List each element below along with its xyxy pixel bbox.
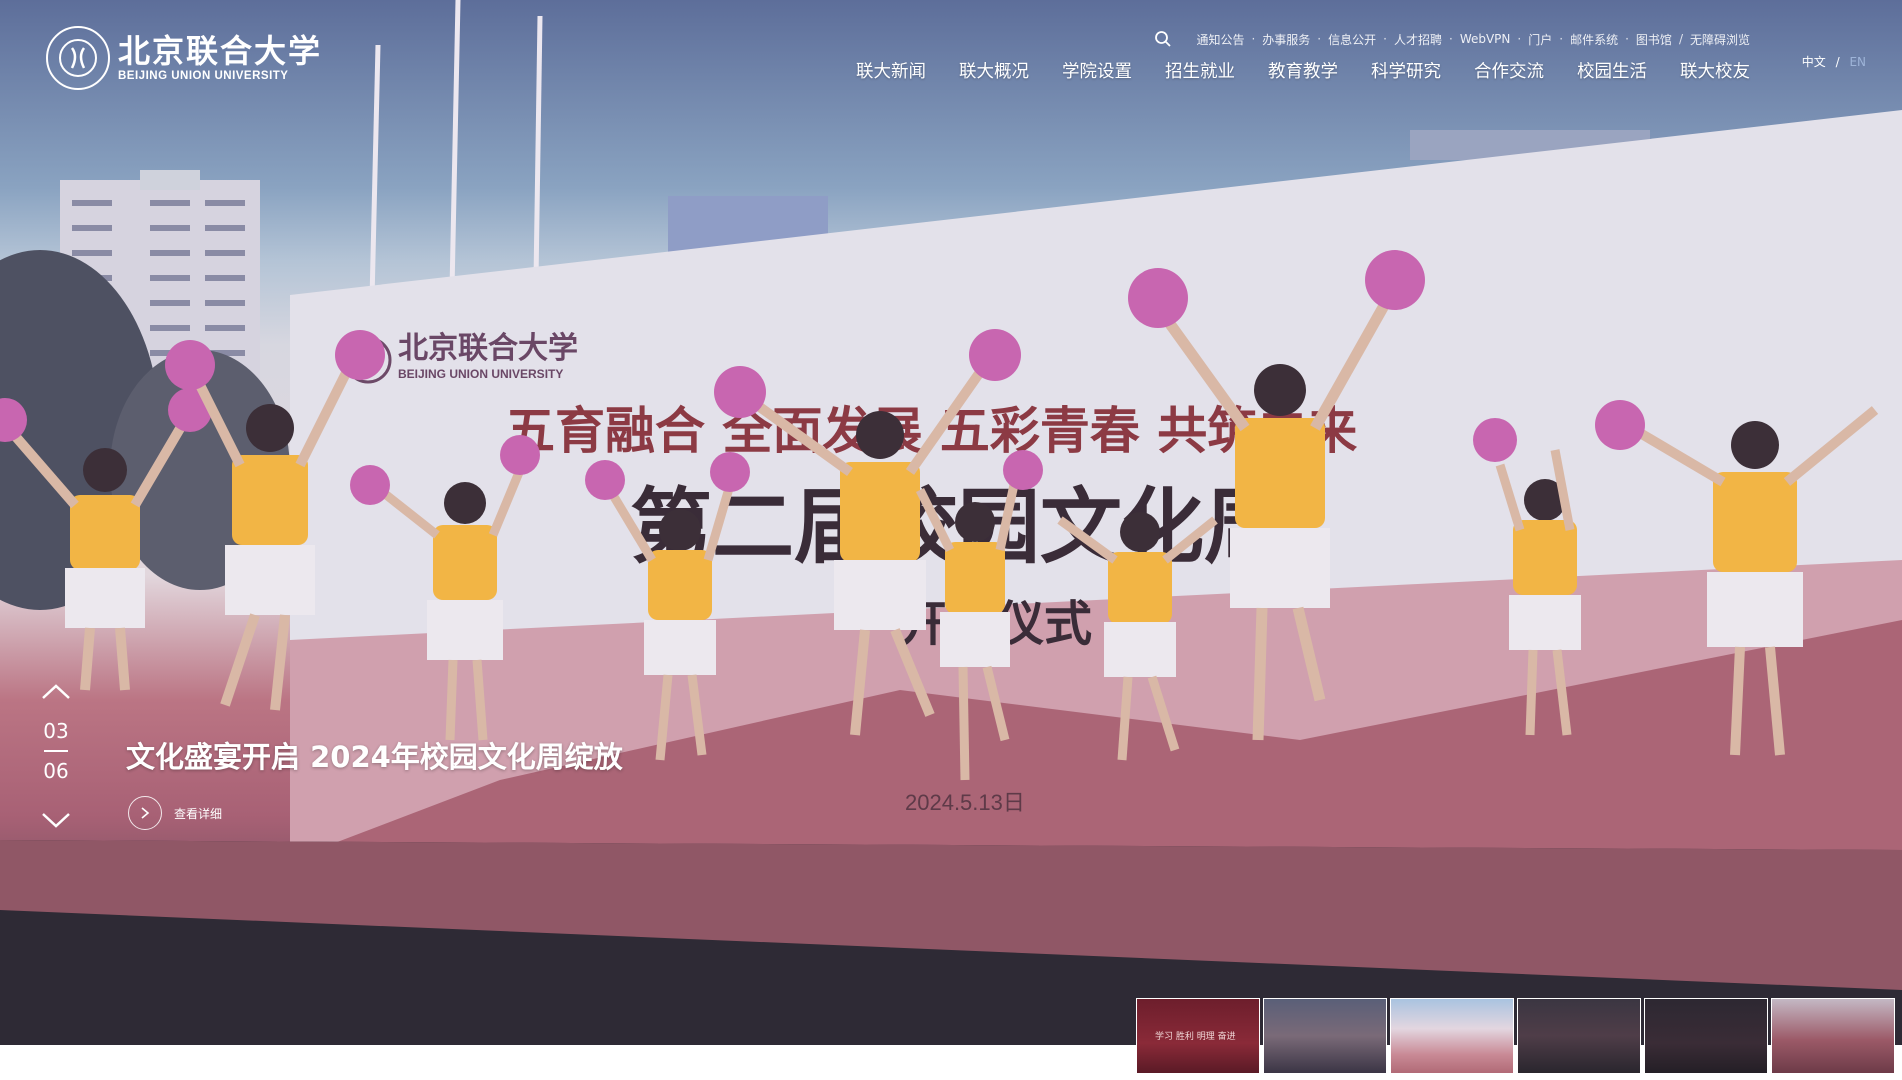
util-link-email[interactable]: 邮件系统 (1570, 31, 1618, 48)
chevron-right-icon (128, 796, 162, 830)
nav-item-alumni[interactable]: 联大校友 (1680, 58, 1750, 83)
view-detail-label: 查看详细 (174, 806, 223, 821)
university-emblem-icon (46, 26, 110, 90)
lang-separator: / (1835, 55, 1840, 69)
slide-current-index: 03 (43, 719, 69, 743)
util-link-library[interactable]: 图书馆 (1636, 31, 1672, 48)
slide-thumbnail[interactable] (1517, 998, 1641, 1074)
main-nav: 联大新闻 联大概况 学院设置 招生就业 教育教学 科学研究 合作交流 校园生活 … (823, 58, 1750, 83)
util-link-portal[interactable]: 门户 (1528, 31, 1552, 48)
slide-total-count: 06 (43, 759, 69, 783)
svg-text:BEIJING UNION UNIVERSITY: BEIJING UNION UNIVERSITY (398, 367, 563, 381)
logo-chinese-name: 北京联合大学 (118, 32, 323, 70)
nav-item-admissions[interactable]: 招生就业 (1165, 58, 1235, 83)
util-separator: · (1448, 32, 1453, 46)
util-link-info-disclosure[interactable]: 信息公开 (1328, 31, 1376, 48)
pager-divider (44, 750, 68, 752)
thumbnail-overlay-text: 学习 胜利 明理 奋进 (1155, 1032, 1236, 1042)
logo-english-name: BEIJING UNION UNIVERSITY (118, 70, 289, 82)
chevron-down-icon[interactable] (38, 808, 74, 832)
view-detail-link[interactable]: 查看详细 (128, 796, 222, 830)
nav-item-research[interactable]: 科学研究 (1371, 58, 1441, 83)
lang-en-link[interactable]: EN (1849, 55, 1866, 69)
svg-text:北京联合大学: 北京联合大学 (398, 331, 578, 366)
nav-item-colleges[interactable]: 学院设置 (1062, 58, 1132, 83)
nav-item-campus-life[interactable]: 校园生活 (1577, 58, 1647, 83)
slide-caption[interactable]: 文化盛宴开启 2024年校园文化周绽放 (126, 734, 623, 776)
banner-date: 2024.5.13日 (905, 790, 1025, 815)
util-separator: · (1251, 32, 1256, 46)
slide-thumbnail[interactable] (1263, 998, 1387, 1074)
util-separator: · (1317, 32, 1322, 46)
nav-item-overview[interactable]: 联大概况 (959, 58, 1029, 83)
lang-zh-link[interactable]: 中文 (1802, 55, 1826, 69)
slide-thumbnail[interactable] (1390, 998, 1514, 1074)
slide-thumbnail[interactable]: 学习 胜利 明理 奋进 (1136, 998, 1260, 1074)
flag-poles (369, 0, 543, 301)
utility-bar: 通知公告 · 办事服务 · 信息公开 · 人才招聘 · WebVPN · 门户 … (1154, 30, 1750, 48)
slide-pager: 03 06 (38, 680, 74, 832)
util-link-webvpn[interactable]: WebVPN (1460, 32, 1511, 46)
slide-thumbnails: 学习 胜利 明理 奋进 (1136, 998, 1898, 1074)
util-separator: · (1625, 32, 1629, 46)
site-logo[interactable]: 北京联合大学 BEIJING UNION UNIVERSITY (46, 26, 322, 90)
util-separator: · (1383, 32, 1387, 46)
language-switch: 中文 / EN (1802, 53, 1866, 70)
slide-thumbnail[interactable] (1644, 998, 1768, 1074)
nav-item-cooperation[interactable]: 合作交流 (1474, 58, 1544, 83)
hero-slide: 北京联合大学 BEIJING UNION UNIVERSITY 五育融合 全面发… (0, 0, 1902, 1045)
chevron-up-icon[interactable] (38, 680, 74, 704)
util-separator: · (1517, 32, 1522, 46)
slide-thumbnail[interactable] (1771, 998, 1895, 1074)
util-link-services[interactable]: 办事服务 (1262, 31, 1310, 48)
util-link-notices[interactable]: 通知公告 (1196, 31, 1244, 48)
search-icon[interactable] (1154, 30, 1172, 48)
util-link-accessibility[interactable]: 无障碍浏览 (1690, 31, 1750, 48)
util-separator: / (1678, 32, 1683, 46)
util-separator: · (1559, 32, 1564, 46)
page: 北京联合大学 BEIJING UNION UNIVERSITY 五育融合 全面发… (0, 0, 1902, 1080)
nav-item-education[interactable]: 教育教学 (1268, 58, 1338, 83)
util-link-recruitment[interactable]: 人才招聘 (1394, 31, 1442, 48)
hero-scene: 北京联合大学 BEIJING UNION UNIVERSITY 五育融合 全面发… (0, 0, 1902, 1045)
nav-item-news[interactable]: 联大新闻 (856, 58, 926, 83)
